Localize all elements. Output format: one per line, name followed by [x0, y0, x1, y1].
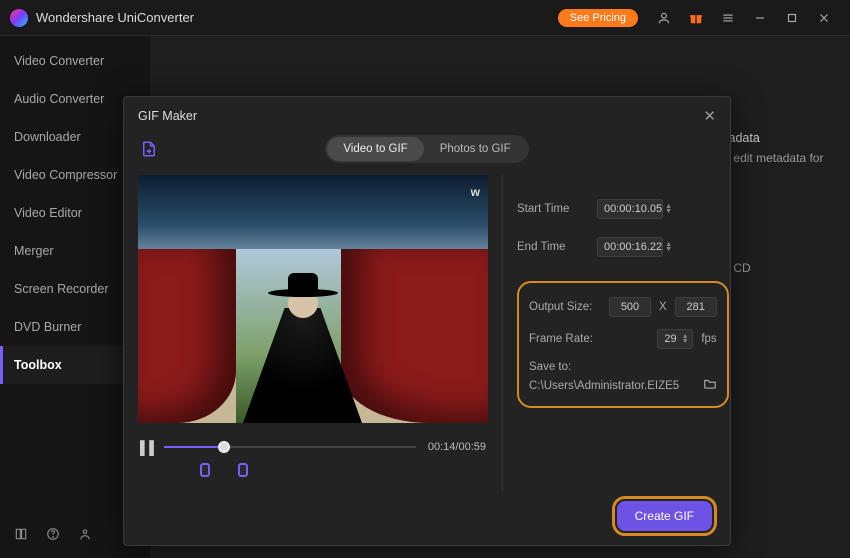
output-size-label: Output Size:: [529, 301, 601, 313]
see-pricing-button[interactable]: See Pricing: [558, 9, 638, 27]
output-height-input[interactable]: 281: [675, 297, 717, 317]
modal-title: GIF Maker: [138, 109, 197, 123]
timecode: 00:14/00:59: [428, 441, 486, 453]
trim-end-handle[interactable]: [238, 463, 248, 477]
gift-icon[interactable]: [684, 6, 708, 30]
app-name: Wondershare UniConverter: [36, 10, 194, 25]
help-icon[interactable]: [46, 527, 60, 546]
mode-segmented: Video to GIF Photos to GIF: [325, 135, 528, 163]
end-time-input[interactable]: 00:00:16.22▲▼: [597, 237, 663, 257]
sidebar-item-video-converter[interactable]: Video Converter: [0, 42, 150, 80]
gif-maker-modal: GIF Maker ✕ Video to GIF Photos to GIF: [123, 96, 731, 546]
minimize-icon[interactable]: [748, 6, 772, 30]
stepper-icon[interactable]: ▲▼: [682, 334, 689, 344]
modal-close-icon[interactable]: ✕: [703, 107, 716, 125]
trim-bar[interactable]: [162, 461, 464, 481]
stepper-icon[interactable]: ▲▼: [665, 242, 672, 252]
output-width-input[interactable]: 500: [609, 297, 651, 317]
folder-icon[interactable]: [703, 377, 717, 394]
x-separator: X: [659, 301, 667, 313]
create-gif-button[interactable]: Create GIF: [617, 501, 712, 531]
trim-start-handle[interactable]: [200, 463, 210, 477]
video-preview[interactable]: w: [138, 175, 488, 423]
profile-icon[interactable]: [78, 527, 92, 546]
app-logo: [10, 9, 28, 27]
stepper-icon[interactable]: ▲▼: [665, 204, 672, 214]
tab-photos-to-gif[interactable]: Photos to GIF: [424, 137, 527, 161]
close-icon[interactable]: [812, 6, 836, 30]
add-file-icon[interactable]: [138, 138, 160, 160]
maximize-icon[interactable]: [780, 6, 804, 30]
save-to-label: Save to:: [529, 361, 717, 373]
output-settings-highlight: Output Size: 500 X 281 Frame Rate: 29▲▼ …: [517, 281, 729, 408]
seek-track[interactable]: [164, 437, 416, 457]
start-time-label: Start Time: [517, 203, 589, 215]
watermark-icon: w: [471, 185, 480, 199]
account-icon[interactable]: [652, 6, 676, 30]
manual-icon[interactable]: [14, 527, 28, 546]
end-time-label: End Time: [517, 241, 589, 253]
save-path: C:\Users\Administrator.EIZE5: [529, 380, 697, 392]
tab-video-to-gif[interactable]: Video to GIF: [327, 137, 423, 161]
start-time-input[interactable]: 00:00:10.05▲▼: [597, 199, 663, 219]
frame-rate-label: Frame Rate:: [529, 333, 601, 345]
menu-icon[interactable]: [716, 6, 740, 30]
pause-button[interactable]: ▌▌: [140, 440, 156, 455]
fps-label: fps: [701, 333, 716, 345]
frame-rate-input[interactable]: 29▲▼: [657, 329, 693, 349]
